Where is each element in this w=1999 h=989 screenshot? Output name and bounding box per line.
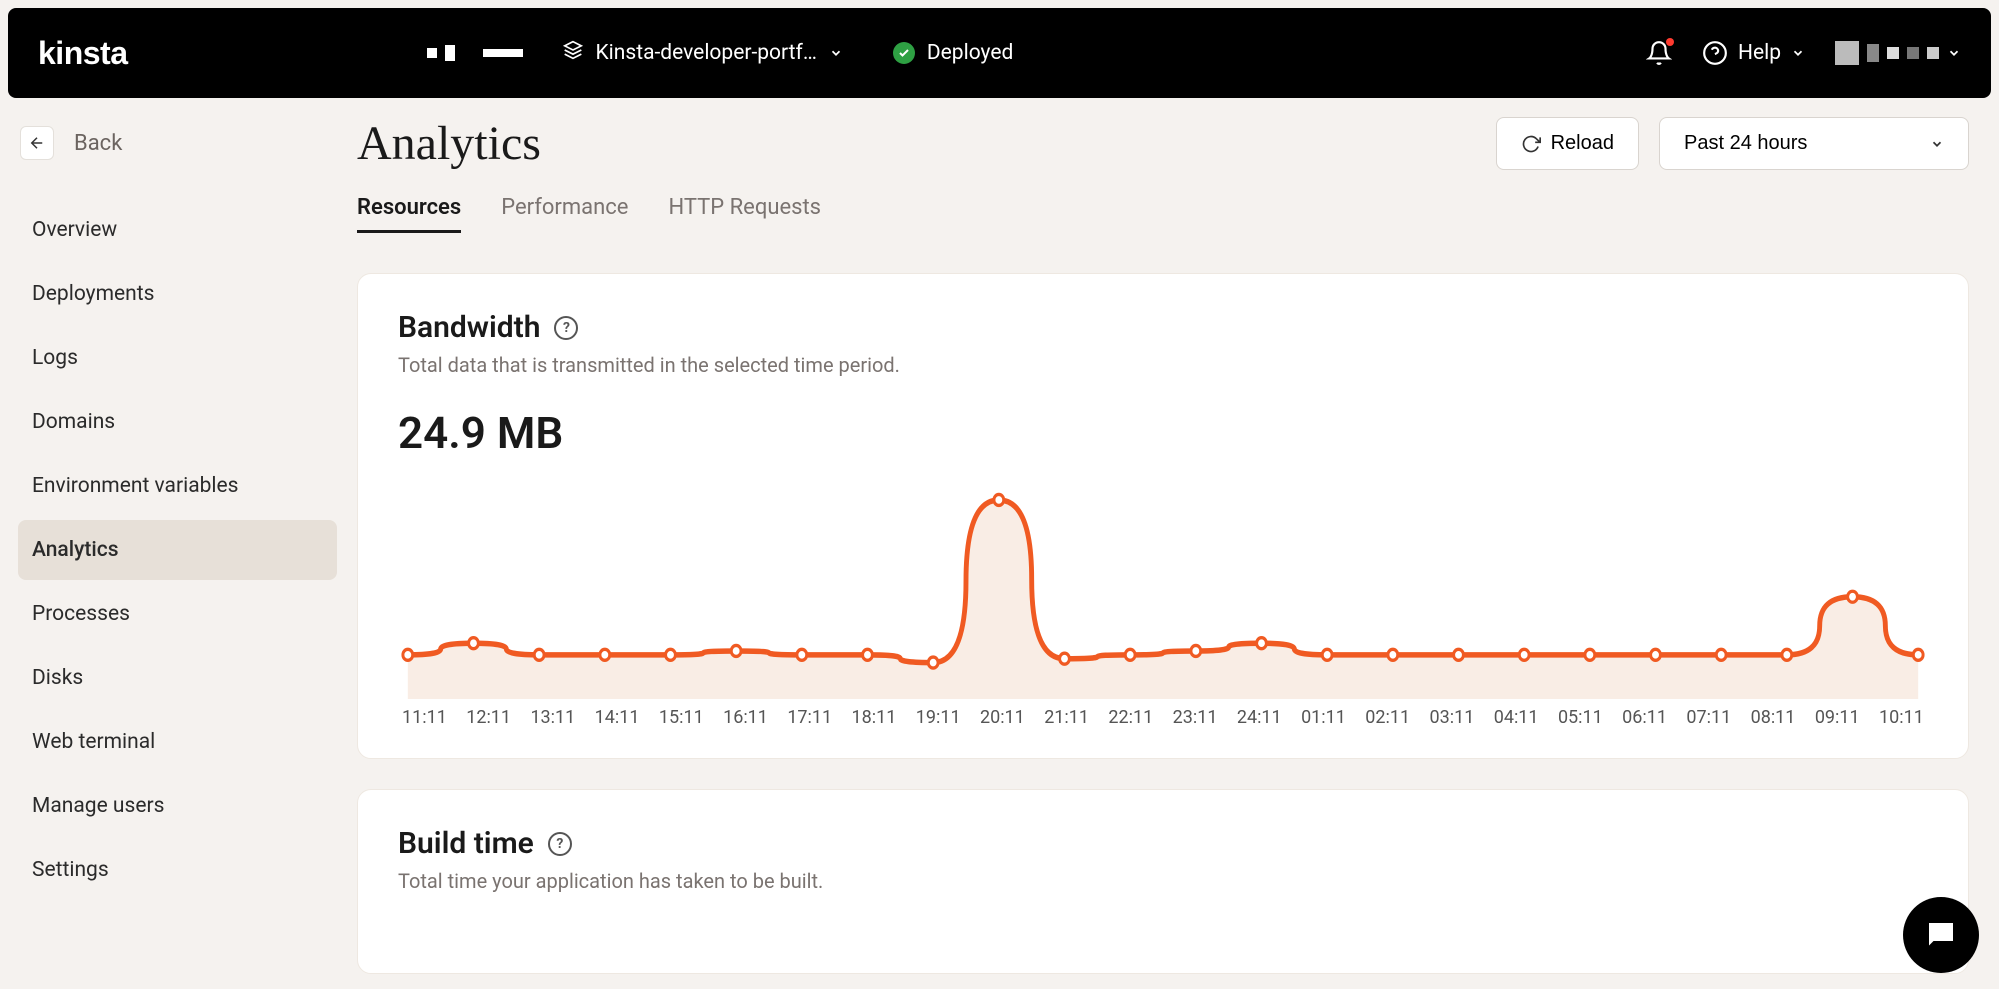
time-range-label: Past 24 hours	[1684, 132, 1807, 155]
bandwidth-title: Bandwidth	[398, 310, 540, 345]
reload-label: Reload	[1551, 132, 1614, 155]
x-tick: 01:11	[1301, 707, 1346, 728]
buildtime-title: Build time	[398, 826, 534, 861]
help-menu[interactable]: Help	[1702, 40, 1805, 66]
x-tick: 22:11	[1108, 707, 1153, 728]
bandwidth-card: Bandwidth ? Total data that is transmitt…	[357, 273, 1969, 759]
x-tick: 18:11	[852, 707, 897, 728]
arrow-left-icon	[28, 134, 46, 152]
x-tick: 09:11	[1815, 707, 1860, 728]
reload-icon	[1521, 134, 1541, 154]
sidebar-item-settings[interactable]: Settings	[18, 840, 337, 900]
chevron-down-icon	[1947, 46, 1961, 60]
x-tick: 20:11	[980, 707, 1025, 728]
x-tick: 16:11	[723, 707, 768, 728]
sidebar-item-manage-users[interactable]: Manage users	[18, 776, 337, 836]
chevron-down-icon	[1791, 46, 1805, 60]
tab-resources[interactable]: Resources	[357, 195, 461, 233]
buildtime-subtitle: Total time your application has taken to…	[398, 869, 1928, 893]
tab-http-requests[interactable]: HTTP Requests	[668, 195, 821, 233]
chat-icon	[1923, 917, 1959, 953]
context-indicator	[427, 45, 523, 61]
x-tick: 13:11	[530, 707, 575, 728]
sidebar-item-environment-variables[interactable]: Environment variables	[18, 456, 337, 516]
check-circle-icon	[893, 42, 915, 64]
x-tick: 05:11	[1558, 707, 1603, 728]
x-tick: 24:11	[1237, 707, 1282, 728]
chevron-down-icon	[1930, 137, 1944, 151]
x-tick: 08:11	[1751, 707, 1796, 728]
reload-button[interactable]: Reload	[1496, 117, 1639, 170]
stack-icon	[563, 40, 583, 66]
help-icon	[1702, 40, 1728, 66]
tab-performance[interactable]: Performance	[501, 195, 628, 233]
bandwidth-chart: 11:11 12:11 13:11 14:11 15:11 16:11 17:11 18:11…	[398, 479, 1928, 728]
site-selector[interactable]: Kinsta-developer-portf…	[563, 40, 842, 66]
sidebar: Back OverviewDeploymentsLogsDomainsEnvir…	[0, 106, 345, 981]
sidebar-item-domains[interactable]: Domains	[18, 392, 337, 452]
notification-dot	[1666, 38, 1674, 46]
sidebar-item-processes[interactable]: Processes	[18, 584, 337, 644]
tabs: Resources Performance HTTP Requests	[357, 195, 1969, 233]
x-tick: 02:11	[1365, 707, 1410, 728]
x-tick: 11:11	[402, 707, 447, 728]
x-tick: 14:11	[595, 707, 640, 728]
chat-button[interactable]	[1903, 897, 1979, 973]
notifications-button[interactable]	[1646, 40, 1672, 66]
help-label: Help	[1738, 41, 1781, 65]
topbar: kinsta Kinsta-developer-portf… Deployed	[8, 8, 1991, 98]
sidebar-item-web-terminal[interactable]: Web terminal	[18, 712, 337, 772]
deploy-status: Deployed	[893, 41, 1013, 65]
x-tick: 06:11	[1622, 707, 1667, 728]
brand-logo: kinsta	[38, 35, 127, 72]
x-tick: 17:11	[787, 707, 832, 728]
chevron-down-icon	[829, 46, 843, 60]
x-tick: 12:11	[466, 707, 511, 728]
sidebar-item-analytics[interactable]: Analytics	[18, 520, 337, 580]
sidebar-item-logs[interactable]: Logs	[18, 328, 337, 388]
buildtime-card: Build time ? Total time your application…	[357, 789, 1969, 974]
back-button[interactable]	[20, 126, 54, 160]
x-tick: 21:11	[1044, 707, 1089, 728]
info-icon[interactable]: ?	[554, 316, 578, 340]
deploy-status-label: Deployed	[927, 41, 1013, 65]
page-title: Analytics	[357, 116, 541, 171]
bandwidth-subtitle: Total data that is transmitted in the se…	[398, 353, 1928, 377]
back-label: Back	[74, 131, 122, 156]
x-tick: 15:11	[659, 707, 704, 728]
bandwidth-value: 24.9 MB	[398, 407, 1928, 459]
x-tick: 04:11	[1494, 707, 1539, 728]
x-tick: 10:11	[1879, 707, 1924, 728]
sidebar-item-deployments[interactable]: Deployments	[18, 264, 337, 324]
x-tick: 19:11	[916, 707, 961, 728]
sidebar-item-disks[interactable]: Disks	[18, 648, 337, 708]
site-name: Kinsta-developer-portf…	[595, 41, 816, 65]
x-tick: 03:11	[1430, 707, 1475, 728]
info-icon[interactable]: ?	[548, 832, 572, 856]
x-tick: 23:11	[1173, 707, 1218, 728]
time-range-select[interactable]: Past 24 hours	[1659, 117, 1969, 170]
sidebar-item-overview[interactable]: Overview	[18, 200, 337, 260]
x-tick: 07:11	[1686, 707, 1731, 728]
account-menu[interactable]	[1835, 41, 1961, 65]
